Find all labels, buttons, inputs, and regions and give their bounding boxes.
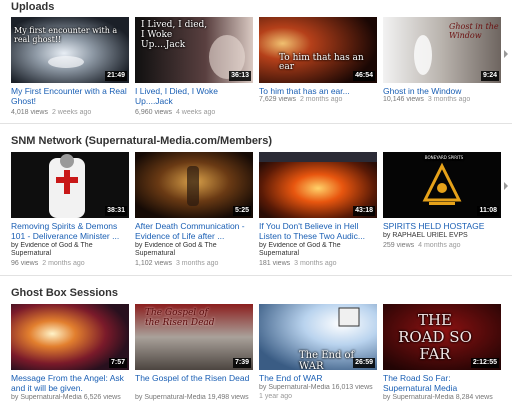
chevron-right-icon[interactable] — [504, 50, 508, 58]
duration-badge: 26:59 — [353, 358, 375, 368]
video-thumbnail[interactable]: I Lived, I died, I Woke Up....Jack 36:13 — [135, 17, 253, 83]
video-thumbnail[interactable]: 5:25 — [135, 152, 253, 218]
duration-badge: 7:39 — [232, 358, 251, 368]
section-title: Uploads — [11, 1, 55, 13]
view-count: 259 views — [383, 242, 415, 249]
channel-name[interactable]: by Evidence of God & The Supernatural — [259, 242, 377, 258]
video-thumbnail[interactable]: My first encounter with a real ghost!! 2… — [11, 17, 129, 83]
duration-badge: 5:25 — [232, 206, 251, 216]
video-meta: 259 views 4 months ago — [383, 242, 501, 250]
upload-age: 3 months ago — [427, 96, 471, 103]
video-title[interactable]: The Road So Far: Supernatural Media — [383, 373, 501, 393]
section-title: Ghost Box Sessions — [11, 287, 118, 299]
duration-badge: 11:08 — [477, 206, 499, 216]
video-meta: by Supernatural-Media 19,498 views — [135, 394, 249, 401]
view-count: 1,102 views — [135, 260, 172, 267]
video-thumbnail[interactable]: Ghost in the Window 9:24 — [383, 17, 501, 83]
video-meta: by Supernatural-Media 8,284 views — [383, 394, 493, 401]
video-meta: 7,629 views 2 months ago — [259, 96, 377, 104]
video-thumbnail[interactable]: 38:31 — [11, 152, 129, 218]
video-meta: 6,960 views 4 weeks ago — [135, 109, 253, 117]
chevron-right-icon[interactable] — [504, 182, 508, 190]
video-title[interactable]: The Gospel of the Risen Dead — [135, 373, 253, 383]
video-thumbnail[interactable]: To him that has an ear 46:54 — [259, 17, 377, 83]
duration-badge: 9:24 — [480, 71, 499, 81]
video-title[interactable]: If You Don't Believe in Hell Listen to T… — [259, 221, 377, 241]
channel-name[interactable]: by Evidence of God & The Supernatural — [11, 242, 129, 258]
video-meta: 10,146 views 3 months ago — [383, 96, 501, 104]
view-count: 96 views — [11, 260, 39, 267]
video-thumbnail[interactable]: 43:18 — [259, 152, 377, 218]
video-meta: by Supernatural-Media 16,013 views — [259, 384, 373, 391]
channel-name[interactable]: by Evidence of God & The Supernatural — [135, 242, 253, 258]
upload-age: 2 weeks ago — [51, 109, 92, 116]
ghost-box-section: Ghost Box Sessions 7:57 Message From the… — [0, 276, 512, 405]
upload-age: 3 months ago — [294, 260, 337, 267]
uploads-section: Uploads My first encounter with a real g… — [0, 0, 512, 122]
video-thumbnail[interactable]: BONEYARD SPIRITS 11:08 — [383, 152, 501, 218]
video-thumbnail[interactable]: 7:57 — [11, 304, 129, 370]
video-title[interactable]: My First Encounter with a Real Ghost! — [11, 86, 129, 106]
duration-badge: 38:31 — [105, 206, 127, 216]
video-thumbnail[interactable]: The End of WAR 26:59 — [259, 304, 377, 370]
video-thumbnail[interactable]: The Gospel of the Risen Dead 7:39 — [135, 304, 253, 370]
channel-name[interactable]: by RAPHAEL URIEL EVPS — [383, 232, 501, 240]
video-title[interactable]: I Lived, I Died, I Woke Up....Jack — [135, 86, 253, 106]
video-title[interactable]: After Death Communication - Evidence of … — [135, 221, 253, 241]
video-title[interactable]: SPIRITS HELD HOSTAGE — [383, 221, 501, 231]
upload-age: 3 months ago — [175, 260, 219, 267]
video-title[interactable]: Removing Spirits & Demons 101 - Delivera… — [11, 221, 129, 241]
duration-badge: 7:57 — [108, 358, 127, 368]
view-count: 6,960 views — [135, 109, 172, 116]
video-title[interactable]: The End of WAR — [259, 373, 377, 383]
snm-network-section: SNM Network (Supernatural-Media.com/Memb… — [0, 124, 512, 274]
video-meta: by Supernatural-Media 6,526 views — [11, 394, 121, 401]
video-title[interactable]: Message From the Angel: Ask and it will … — [11, 373, 129, 393]
view-count: 4,018 views — [11, 109, 48, 116]
video-title[interactable]: To him that has an ear... — [259, 86, 377, 96]
video-title[interactable]: Ghost in the Window — [383, 86, 501, 96]
upload-age: 1 year ago — [259, 393, 293, 400]
duration-badge: 21:49 — [105, 71, 127, 81]
duration-badge: 46:54 — [353, 71, 375, 81]
video-meta: 181 views 3 months ago — [259, 260, 377, 268]
duration-badge: 43:18 — [353, 206, 375, 216]
video-thumbnail[interactable]: THE ROAD SO FAR 2:12:55 — [383, 304, 501, 370]
video-meta: 1,102 views 3 months ago — [135, 260, 253, 268]
duration-badge: 2:12:55 — [470, 358, 499, 368]
upload-age: 4 weeks ago — [175, 109, 216, 116]
duration-badge: 36:13 — [229, 71, 251, 81]
video-meta: 4,018 views 2 weeks ago — [11, 109, 129, 117]
section-title: SNM Network (Supernatural-Media.com/Memb… — [11, 135, 272, 147]
upload-age: 2 months ago — [42, 260, 85, 267]
upload-age: 4 months ago — [418, 242, 461, 249]
view-count: 7,629 views — [259, 96, 296, 103]
upload-age: 2 months ago — [299, 96, 343, 103]
view-count: 181 views — [259, 260, 291, 267]
view-count: 10,146 views — [383, 96, 424, 103]
video-meta: 96 views 2 months ago — [11, 260, 129, 268]
